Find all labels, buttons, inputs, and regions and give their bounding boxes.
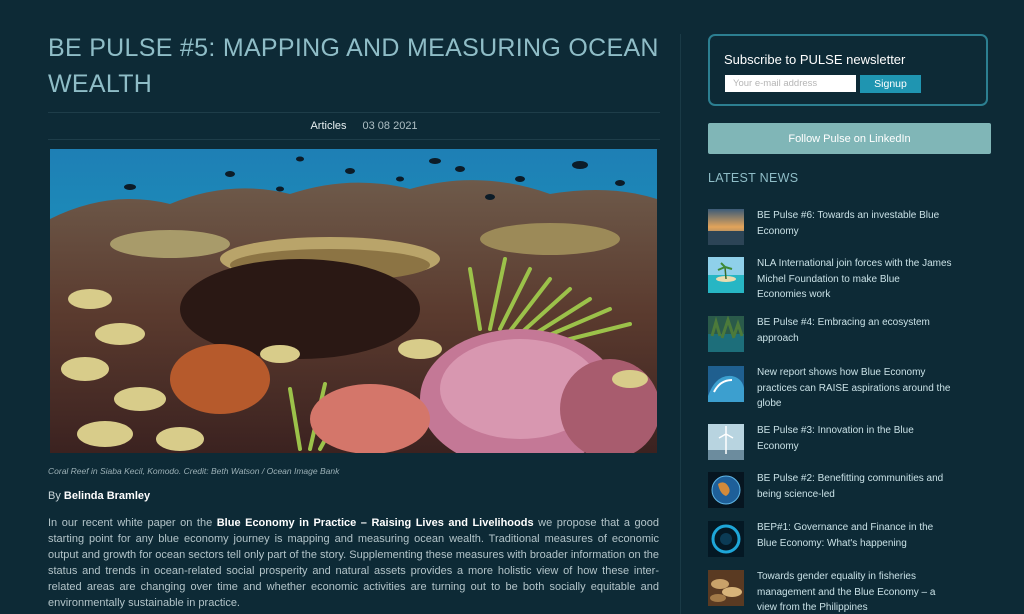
coral-reef-image (50, 149, 657, 453)
article-body: In our recent white paper on the Blue Ec… (48, 515, 659, 611)
wind-turbine-thumb[interactable] (708, 424, 744, 460)
circle-logo-thumb[interactable] (708, 521, 744, 557)
image-caption: Coral Reef in Siaba Kecil, Komodo. Credi… (48, 466, 340, 476)
author-name[interactable]: Belinda Bramley (64, 490, 150, 502)
news-title[interactable]: NLA International join forces with the J… (757, 256, 952, 303)
body-intro: In our recent white paper on the (48, 517, 213, 529)
news-title[interactable]: BE Pulse #2: Benefitting communities and… (757, 471, 952, 502)
news-title[interactable]: BEP#1: Governance and Finance in the Blu… (757, 520, 952, 551)
globe-thumb[interactable] (708, 472, 744, 508)
column-divider (680, 34, 681, 614)
news-title[interactable]: BE Pulse #6: Towards an investable Blue … (757, 208, 952, 239)
linkedin-follow-button[interactable]: Follow Pulse on LinkedIn (708, 123, 991, 154)
article-date: 03 08 2021 (362, 120, 418, 132)
mangrove-thumb[interactable] (708, 316, 744, 352)
newsletter-title: Subscribe to PULSE newsletter (724, 52, 906, 67)
byline: By Belinda Bramley (48, 490, 150, 502)
article-meta: Articles 03 08 2021 (48, 112, 660, 140)
newsletter-box: Subscribe to PULSE newsletter Signup (708, 34, 988, 106)
tropical-island-thumb[interactable] (708, 257, 744, 293)
byline-prefix: By (48, 490, 61, 502)
sunset-sea-thumb[interactable] (708, 209, 744, 245)
email-input[interactable] (725, 75, 856, 92)
latest-news-heading: LATEST NEWS (708, 171, 799, 185)
article: BE PULSE #5: MAPPING AND MEASURING OCEAN… (48, 30, 660, 609)
white-paper-link[interactable]: Blue Economy in Practice – Raising Lives… (217, 517, 534, 529)
article-title: BE PULSE #5: MAPPING AND MEASURING OCEAN… (48, 34, 659, 98)
body-rest: we propose that a good starting point fo… (48, 517, 660, 609)
page: BE PULSE #5: MAPPING AND MEASURING OCEAN… (0, 0, 1024, 614)
news-title[interactable]: Towards gender equality in fisheries man… (757, 569, 952, 614)
wave-thumb[interactable] (708, 366, 744, 402)
article-category[interactable]: Articles (310, 120, 346, 132)
news-title[interactable]: BE Pulse #4: Embracing an ecosystem appr… (757, 315, 952, 346)
fish-market-thumb[interactable] (708, 570, 744, 606)
news-title[interactable]: BE Pulse #3: Innovation in the Blue Econ… (757, 423, 952, 454)
news-title[interactable]: New report shows how Blue Economy practi… (757, 365, 952, 412)
signup-button[interactable]: Signup (860, 75, 921, 93)
